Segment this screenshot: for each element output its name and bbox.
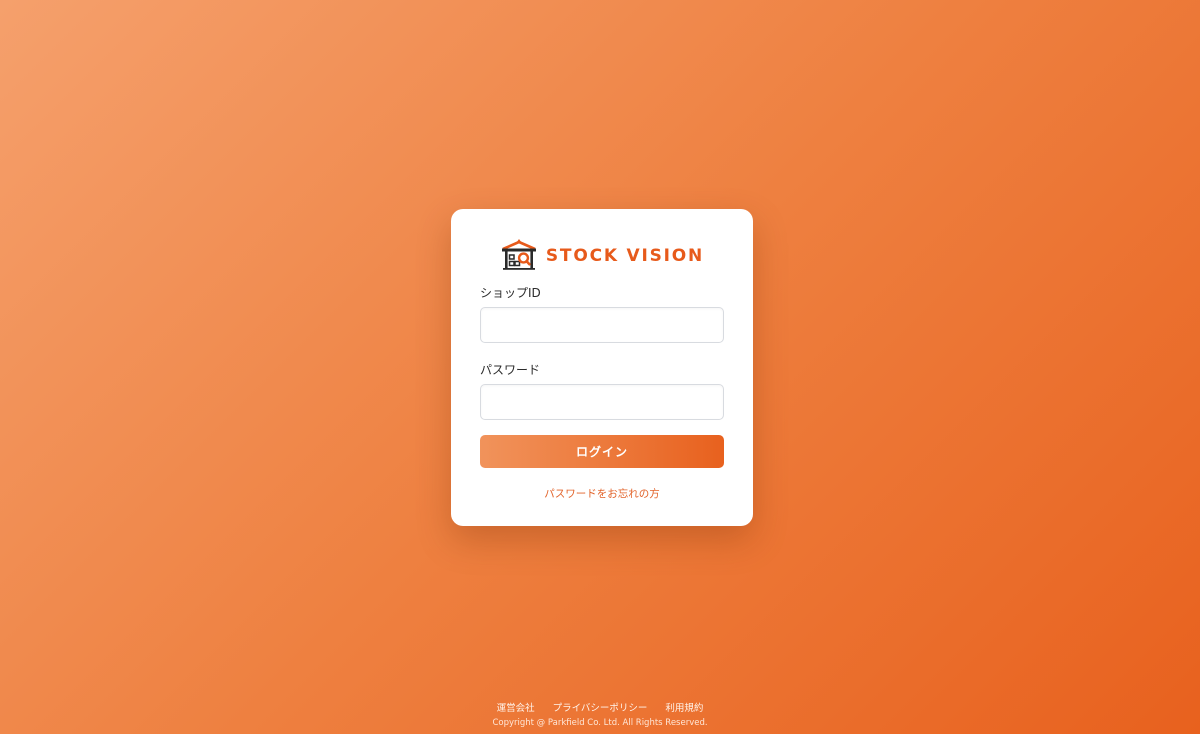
footer-link-terms[interactable]: 利用規約 <box>665 700 703 714</box>
footer-link-company[interactable]: 運営会社 <box>497 700 535 714</box>
password-input[interactable] <box>480 384 724 420</box>
copyright-text: Copyright @ Parkfield Co. Ltd. All Right… <box>492 718 708 728</box>
footer-link-privacy-policy[interactable]: プライバシーポリシー <box>553 700 648 714</box>
brand-logo: STOCK VISION <box>480 237 724 271</box>
warehouse-search-icon <box>501 239 536 270</box>
footer-links: 運営会社 プライバシーポリシー 利用規約 <box>0 700 1200 714</box>
brand-name: STOCK VISION <box>545 245 705 266</box>
page-footer: 運営会社 プライバシーポリシー 利用規約 Copyright @ Parkfie… <box>0 700 1200 728</box>
password-label: パスワード <box>480 363 541 377</box>
shop-id-label: ショップID <box>480 286 541 300</box>
shop-id-input[interactable] <box>480 307 724 343</box>
forgot-password-link[interactable]: パスワードをお忘れの方 <box>480 486 724 501</box>
login-card: STOCK VISION ショップID パスワード ログイン パスワードをお忘れ… <box>451 209 753 526</box>
login-button[interactable]: ログイン <box>480 435 724 468</box>
